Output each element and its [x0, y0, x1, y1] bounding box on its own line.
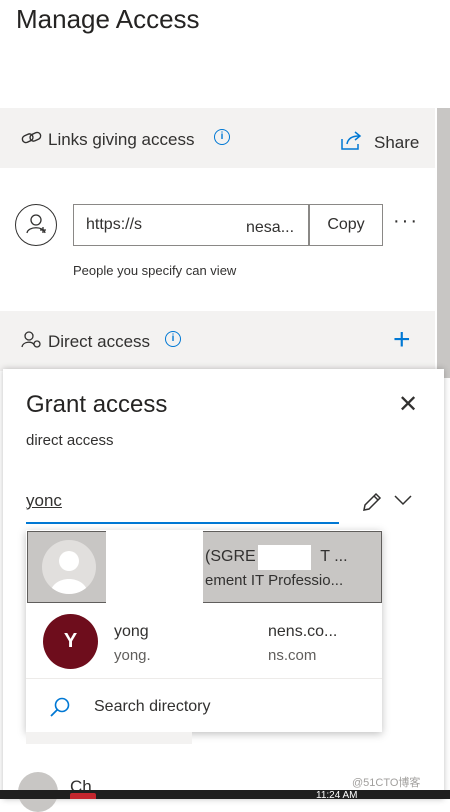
direct-access-label: Direct access	[48, 332, 151, 351]
add-person-icon	[26, 214, 46, 234]
suggestion-name-end: nens.co...	[268, 623, 338, 640]
redaction-block	[258, 545, 311, 570]
search-icon	[50, 697, 70, 717]
more-options-button[interactable]: ···	[393, 210, 419, 233]
add-direct-access-button[interactable]: +	[393, 323, 411, 357]
background-button	[26, 732, 192, 744]
suggestion-email: yong.	[114, 647, 151, 664]
link-icon	[21, 131, 42, 144]
chevron-down-icon[interactable]	[393, 492, 413, 508]
page-title: Manage Access	[16, 4, 200, 34]
link-url-end: nesa...	[246, 219, 295, 236]
person-icon	[50, 551, 88, 594]
redaction-block	[106, 531, 203, 603]
watermark: @51CTO博客	[352, 777, 421, 789]
suggestion-role: ement IT Professio...	[205, 572, 344, 589]
taskbar-app-icon[interactable]	[70, 793, 96, 799]
people-search-input[interactable]: yonc	[26, 491, 62, 511]
search-directory-button[interactable]: Search directory	[94, 698, 211, 716]
grant-access-subtitle: direct access	[26, 432, 114, 449]
close-icon[interactable]: ✕	[398, 390, 418, 419]
person-placeholder-avatar	[42, 540, 96, 594]
link-permission-caption: People you specify can view	[73, 263, 237, 278]
info-icon[interactable]: i	[165, 331, 181, 347]
user-avatar: Y	[43, 614, 98, 669]
pencil-icon[interactable]	[360, 490, 384, 514]
divider	[26, 678, 382, 679]
scrollbar[interactable]	[437, 108, 450, 378]
people-settings-icon	[21, 331, 41, 348]
clock: 11:24 AM	[316, 790, 358, 801]
taskbar	[0, 790, 450, 799]
people-avatar	[15, 204, 57, 246]
grant-access-title: Grant access	[26, 391, 168, 418]
suggestion-name[interactable]: yong	[114, 623, 149, 641]
share-icon[interactable]	[339, 131, 363, 151]
search-input-underline	[26, 522, 339, 524]
info-icon[interactable]: i	[214, 129, 230, 145]
links-giving-access-label: Links giving access	[48, 130, 195, 149]
share-button[interactable]: Share	[374, 133, 419, 153]
copy-button[interactable]: Copy	[309, 204, 383, 246]
suggestion-email-end: ns.com	[268, 647, 317, 664]
link-url-start: https://s	[86, 216, 143, 233]
